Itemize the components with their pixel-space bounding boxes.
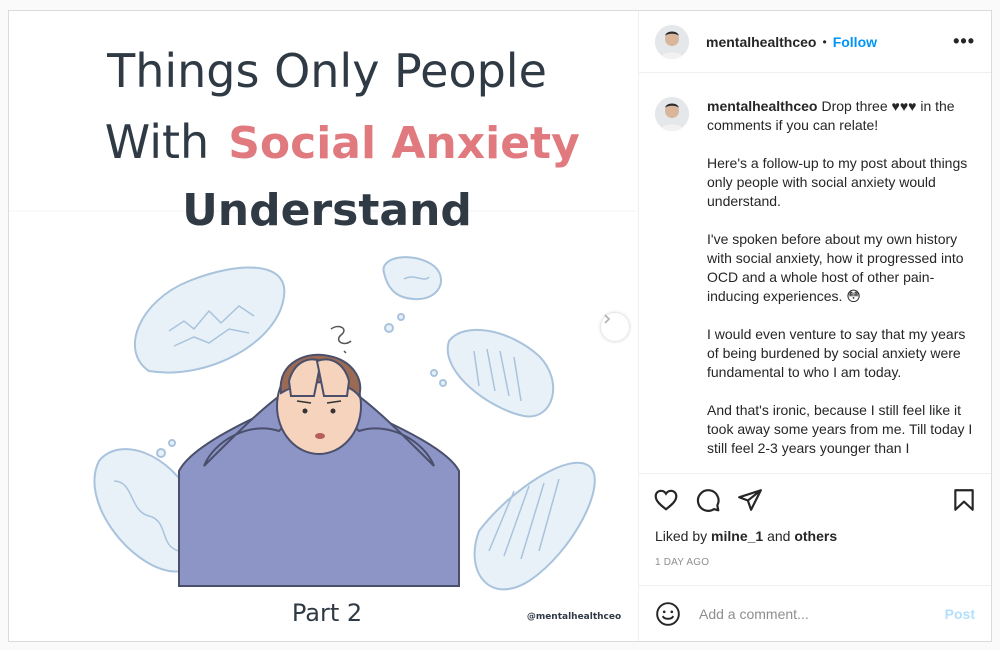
comment-input[interactable] [697,604,945,623]
likes-summary: Liked by milne_1 and others [639,525,991,547]
post-sidebar: mentalhealthceo • Follow ••• mentalhealt… [639,11,991,641]
image-title-line1: Things Only People [106,44,547,98]
image-title-line3: Understand [182,185,472,236]
avatar-image [655,97,689,131]
image-part-label: Part 2 [292,599,362,627]
image-watermark: @mentalhealthceo [527,612,621,622]
next-image-button[interactable] [600,312,630,342]
share-button[interactable] [737,487,763,513]
avatar-image [655,24,689,59]
heart-icon [654,489,678,511]
comment-button[interactable] [695,487,721,513]
caption-paragraph-2: Here's a follow-up to my post about thin… [707,155,968,209]
avatar[interactable] [655,24,689,59]
image-title-line2-a: With [105,115,209,169]
caption-paragraph-3: I've spoken before about my own history … [707,231,964,304]
action-bar [639,473,991,525]
follow-button[interactable]: Follow [833,34,877,50]
likes-prefix: Liked by [655,528,708,544]
share-icon [738,488,762,511]
emoji-icon [656,601,680,626]
save-button[interactable] [951,487,977,513]
emoji-button[interactable] [655,601,681,627]
caption-area: mentalhealthceo Drop three ♥♥♥ in the com… [639,73,991,473]
more-options-button[interactable]: ••• [953,31,975,52]
post-header: mentalhealthceo • Follow ••• [639,11,991,73]
bookmark-icon [954,488,974,511]
post-image[interactable]: Things Only People With Social Anxiety U… [9,11,639,641]
caption-paragraph-5: And that's ironic, because I still feel … [707,402,973,456]
image-title-social-anxiety: Social Anxiety [228,118,580,169]
post-timestamp[interactable]: 1 DAY AGO [639,553,991,573]
likes-user-link[interactable]: milne_1 [711,528,763,544]
like-button[interactable] [653,487,679,513]
likes-others-link[interactable]: others [794,528,837,544]
post-container: Things Only People With Social Anxiety U… [8,10,992,642]
header-separator: • [822,34,827,49]
caption-paragraph-4: I would even venture to say that my year… [707,326,966,380]
header-username[interactable]: mentalhealthceo [706,34,816,50]
post-comment-button[interactable]: Post [945,606,975,622]
next-arrow-icon [604,314,611,324]
likes-and: and [767,528,791,544]
caption-text: mentalhealthceo Drop three ♥♥♥ in the com… [707,97,975,473]
comment-icon [696,488,720,512]
post-illustration: Things Only People With Social Anxiety U… [9,11,638,641]
caption-username[interactable]: mentalhealthceo [707,98,817,114]
add-comment-bar: Post [639,585,991,641]
caption-avatar[interactable] [655,97,689,131]
